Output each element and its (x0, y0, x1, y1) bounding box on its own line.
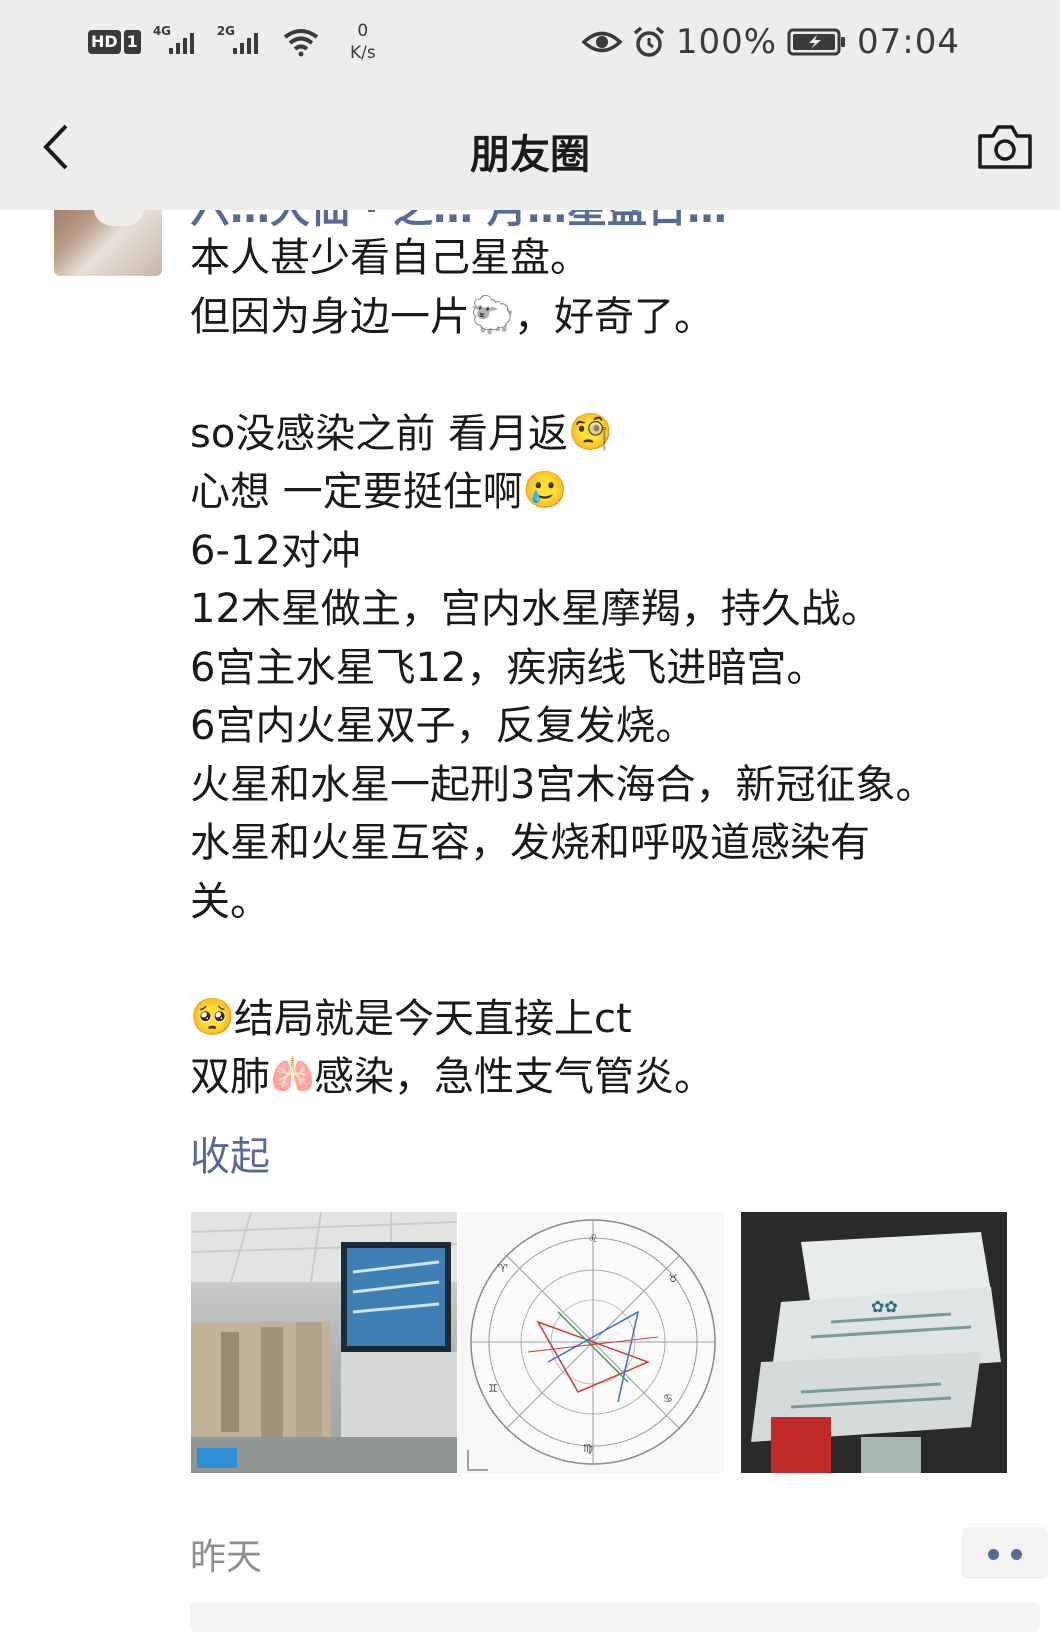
eye-icon (581, 31, 622, 53)
post-text-line: 本人甚少看自己星盘。 (190, 229, 1030, 288)
emoji-icon: 🥺 (190, 996, 235, 1038)
page-title: 朋友圈 (470, 132, 590, 178)
battery-icon (787, 28, 846, 56)
svg-text:♋: ♋ (663, 1392, 673, 1405)
post-text-line: 6-12对冲 (190, 522, 1030, 581)
post-text-line: 🥺结局就是今天直接上ct (190, 990, 1030, 1049)
post-text-line (190, 931, 1030, 990)
post-text-line: 12木星做主，宫内水星摩羯，持久战。 (190, 580, 1030, 639)
svg-text:♌: ♌ (588, 1232, 598, 1245)
status-bar: HD 1 4G 2G 0 K/s 100% 07:04 (0, 0, 1060, 86)
header: 朋友圈 (0, 96, 1060, 202)
status-right: 100% 07:04 (581, 20, 960, 64)
line-text: 本人甚少看自己星盘。 (190, 235, 590, 281)
collapse-link[interactable]: 收起 (190, 1124, 270, 1182)
post-text-line: 但因为身边一片🐑，好奇了。 (190, 288, 1030, 347)
comment-area (190, 1602, 1040, 1632)
line-text: so没感染之前 看月返 (190, 410, 569, 457)
net-speed-value: 0 (357, 21, 369, 41)
svg-text:✿✿: ✿✿ (871, 1297, 898, 1316)
line-text: 双肺 (190, 1054, 270, 1100)
line-text: 6宫主水星飞12，疾病线飞进暗宫。 (190, 644, 827, 691)
emoji-icon: 🐑 (470, 294, 515, 336)
more-button[interactable] (962, 1527, 1048, 1579)
alarm-icon (633, 26, 664, 57)
post-text-line: 双肺🫁感染，急性支气管炎。 (190, 1048, 1030, 1107)
emoji-icon: 🫁 (270, 1055, 315, 1096)
post-text-line (190, 346, 1030, 405)
svg-text:♈: ♈ (498, 1262, 508, 1275)
line-text: 但因为身边一片 (190, 293, 470, 340)
sim-label: 1 (123, 30, 141, 54)
emoji-icon: 🧐 (568, 411, 613, 453)
line-text: 火星和水星一起刑3宫木海合，新冠征象。 (190, 761, 936, 808)
svg-text:♍: ♍ (583, 1442, 593, 1455)
emoji-icon: 🥲 (522, 470, 568, 511)
hd-indicator: HD 1 (88, 30, 141, 54)
post-time: 昨天 (190, 1537, 263, 1578)
more-dot-icon (1011, 1549, 1022, 1560)
medicine-packets-photo[interactable]: ✿✿ (741, 1212, 1007, 1473)
battery-percent: 100% (675, 22, 778, 62)
net-speed: 0 K/s (341, 20, 385, 64)
more-dot-icon (988, 1549, 999, 1560)
net-speed-unit: K/s (349, 43, 376, 63)
svg-text:♉: ♉ (668, 1272, 678, 1285)
line-text: 水星和火星互容，发烧和呼吸道感染有 (190, 820, 870, 866)
svg-text:♊: ♊ (488, 1382, 498, 1395)
post-text-line: so没感染之前 看月返🧐 (190, 405, 1030, 464)
line-text: 6-12对冲 (190, 527, 361, 574)
line-text: 结局就是今天直接上ct (234, 995, 632, 1042)
post-text-line: 心想 一定要挺住啊🥲 (190, 463, 1030, 522)
post-text-line: 水星和火星互容，发烧和呼吸道感染有 (190, 814, 1030, 873)
post-text-line: 6宫内火星双子，反复发烧。 (190, 697, 1030, 756)
signal-2g-icon: 2G (217, 24, 269, 58)
camera-button[interactable] (976, 122, 1034, 172)
line-text: 12木星做主，宫内水星摩羯，持久战。 (190, 586, 881, 632)
clock: 07:04 (857, 22, 960, 62)
post-text: 本人甚少看自己星盘。 但因为身边一片🐑，好奇了。 so没感染之前 看月返🧐 心想 一定… (190, 229, 1030, 1107)
line-text-after: 感染，急性支气管炎。 (314, 1054, 714, 1100)
signal-4g-icon: 4G (153, 24, 205, 58)
line-text: 关。 (190, 878, 270, 925)
wifi-icon (283, 29, 319, 57)
astrology-chart-photo[interactable]: ♈ ♉ ♊ ♋ ♌ ♍ (458, 1212, 724, 1473)
post-text-line: 火星和水星一起刑3宫木海合，新冠征象。 (190, 756, 1030, 815)
line-text: 心想 一定要挺住啊 (190, 469, 523, 515)
line-text: 6宫内火星双子，反复发烧。 (190, 703, 696, 749)
line-text-after: ，好奇了。 (514, 293, 714, 340)
post-text-line: 关。 (190, 873, 1030, 932)
post-text-line: 6宫主水星飞12，疾病线飞进暗宫。 (190, 639, 1030, 698)
status-left: HD 1 4G 2G 0 K/s (88, 20, 385, 64)
top-bar: HD 1 4G 2G 0 K/s 100% 07:04 朋友圈 (0, 0, 1060, 210)
hospital-corridor-photo[interactable] (191, 1212, 457, 1473)
hd-label: HD (88, 30, 121, 54)
